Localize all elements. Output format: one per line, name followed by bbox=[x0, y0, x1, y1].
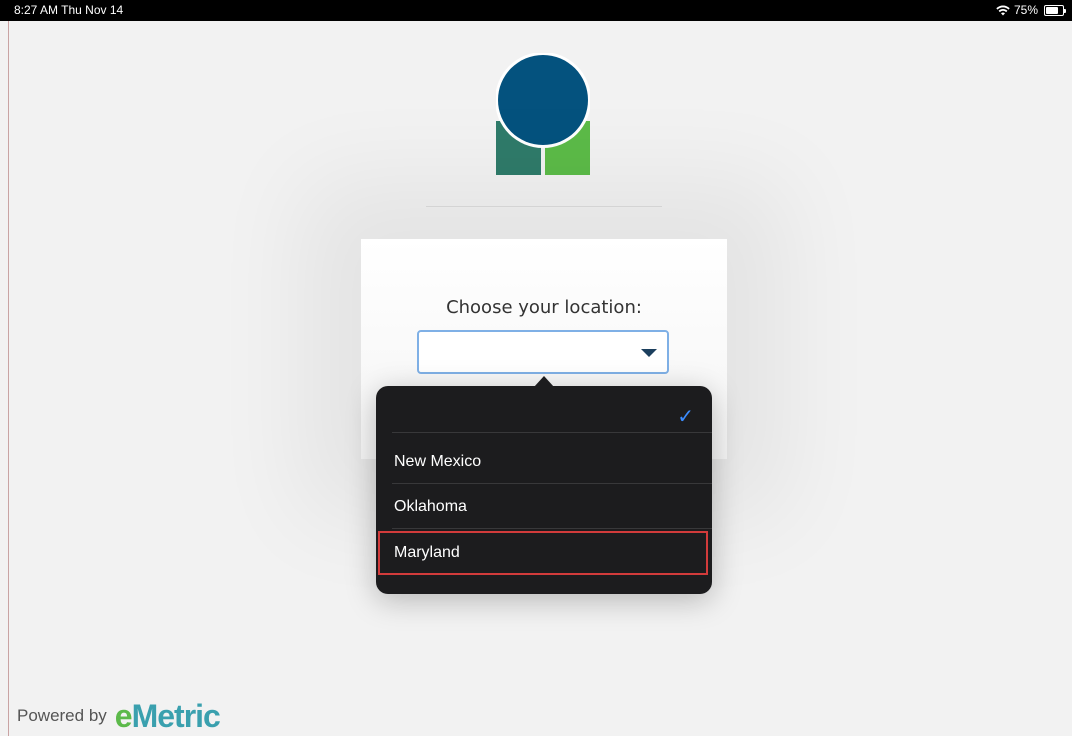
powered-by-text: Powered by bbox=[17, 706, 107, 725]
emetric-logo-rest: Metric bbox=[131, 698, 221, 734]
caret-down-icon bbox=[641, 349, 657, 357]
selection-highlight-box bbox=[378, 531, 708, 575]
window-edge bbox=[8, 21, 9, 736]
location-dropdown-popover: ✓ New Mexico Oklahoma Maryland bbox=[376, 376, 712, 594]
checkmark-icon: ✓ bbox=[677, 406, 694, 428]
wifi-icon bbox=[996, 5, 1010, 15]
battery-fill bbox=[1046, 6, 1058, 14]
status-right: 75% bbox=[996, 3, 1066, 17]
emetric-logo-e: e bbox=[114, 698, 133, 734]
option-separator bbox=[392, 528, 712, 529]
battery-icon bbox=[1044, 4, 1066, 16]
battery-percent: 75% bbox=[1013, 3, 1038, 17]
popover-arrow bbox=[534, 376, 554, 387]
option-label: Oklahoma bbox=[394, 498, 467, 515]
emetric-logo: eMetric bbox=[114, 698, 221, 734]
header-divider bbox=[426, 206, 662, 207]
status-time: 8:27 AM Thu Nov 14 bbox=[14, 3, 124, 17]
location-select[interactable] bbox=[417, 330, 669, 374]
location-label: Choose your location: bbox=[446, 297, 642, 318]
location-option-new-mexico[interactable]: New Mexico bbox=[376, 440, 712, 484]
logo-circle-squares-icon bbox=[496, 53, 590, 175]
option-separator bbox=[392, 483, 712, 484]
powered-by-footer: Powered by eMetric bbox=[17, 698, 221, 734]
option-separator bbox=[392, 432, 712, 433]
location-option-oklahoma[interactable]: Oklahoma bbox=[376, 485, 712, 529]
option-label: New Mexico bbox=[394, 453, 482, 470]
status-bar: 8:27 AM Thu Nov 14 75% bbox=[0, 0, 1072, 21]
